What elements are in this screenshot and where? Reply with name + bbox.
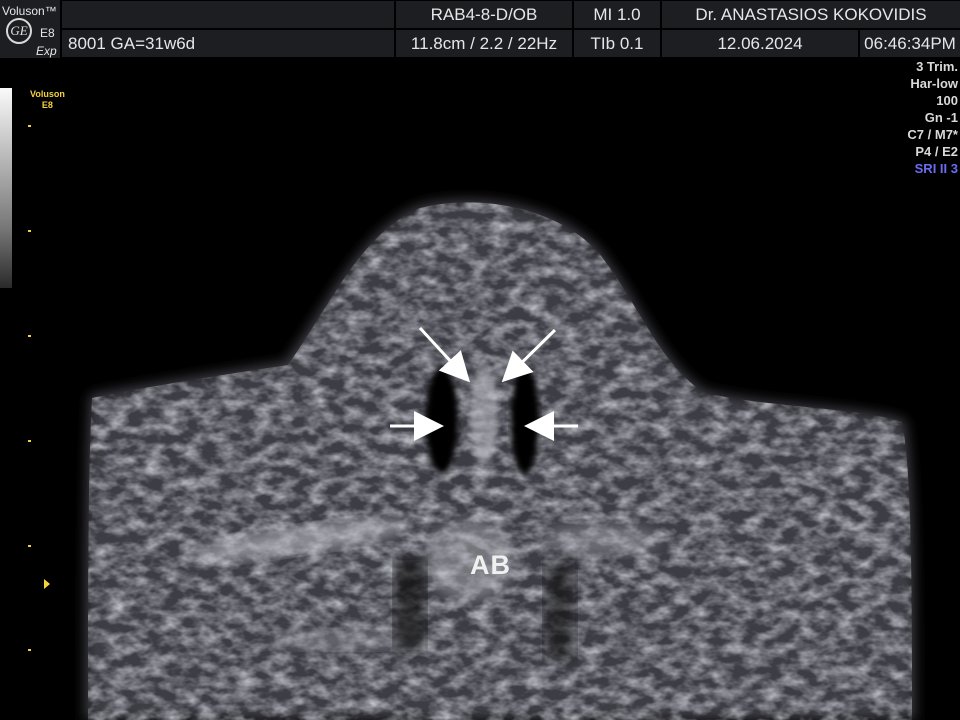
param-map: C7 / M7* xyxy=(907,127,958,142)
grayscale-bar xyxy=(0,88,12,288)
param-persistence: P4 / E2 xyxy=(915,144,958,159)
anechoic-left xyxy=(426,366,458,474)
brand-block: Voluson™ GE E8 Exp xyxy=(0,0,60,58)
tissue-speckle xyxy=(88,202,912,720)
patient-info: 8001 GA=31w6d xyxy=(62,30,394,57)
shadow-left xyxy=(395,560,425,650)
physician-name: Dr. ANASTASIOS KOKOVIDIS xyxy=(662,1,960,28)
ge-logo-icon: GE xyxy=(6,18,32,44)
exam-time: 06:46:34PM xyxy=(860,30,960,57)
depth-tick xyxy=(28,230,31,232)
depth-tick xyxy=(28,649,31,651)
header-blank-cell xyxy=(62,1,394,28)
mi-readout: MI 1.0 xyxy=(574,1,660,28)
depth-frequency: 11.8cm / 2.2 / 22Hz xyxy=(396,30,572,57)
param-harmonic: Har-low xyxy=(910,76,958,91)
param-sri: SRI II 3 xyxy=(914,161,958,176)
anechoic-right xyxy=(511,366,539,474)
param-trimester: 3 Trim. xyxy=(916,59,958,74)
ultrasound-image xyxy=(85,199,915,720)
param-gain: Gn -1 xyxy=(924,110,958,125)
param-power: 100 xyxy=(936,93,958,108)
depth-tick xyxy=(28,440,31,442)
imaging-parameters: 3 Trim. Har-low 100 Gn -1 C7 / M7* P4 / … xyxy=(907,58,958,177)
exam-date: 12.06.2024 xyxy=(662,30,858,57)
septum-bright xyxy=(470,365,498,465)
annotation-label: AB xyxy=(470,550,511,580)
side-logo-line1: Voluson xyxy=(30,89,65,99)
shadow-right xyxy=(545,560,575,660)
depth-tick xyxy=(28,125,31,127)
focus-marker-icon[interactable] xyxy=(44,579,50,589)
depth-tick xyxy=(28,335,31,337)
probe-label: RAB4-8-D/OB xyxy=(396,1,572,28)
side-logo-line2: E8 xyxy=(41,100,53,110)
side-logo: Voluson E8 xyxy=(30,89,65,111)
echo-band-right xyxy=(540,524,660,556)
tib-readout: TIb 0.1 xyxy=(574,30,660,57)
status-header: Voluson™ GE E8 Exp RAB4-8-D/OB MI 1.0 Dr… xyxy=(0,0,960,58)
depth-tick xyxy=(28,545,31,547)
